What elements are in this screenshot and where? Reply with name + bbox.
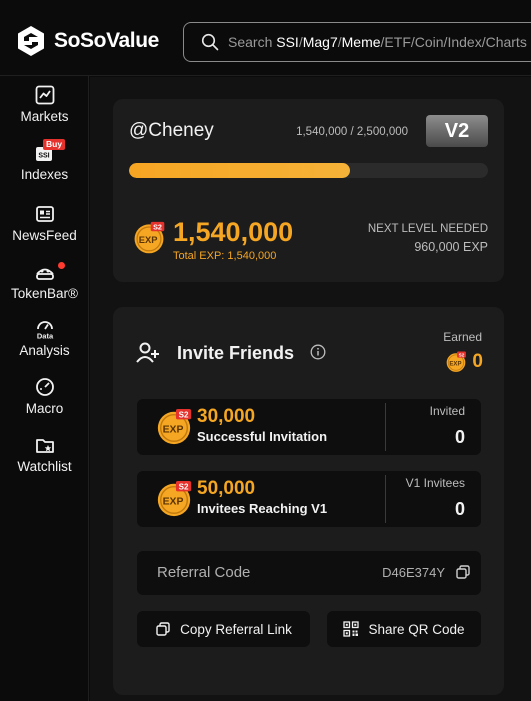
divider (385, 403, 386, 451)
copy-icon (156, 622, 170, 636)
exp-coin-icon (155, 408, 193, 446)
watchlist-folder-icon (35, 439, 54, 453)
qr-code-icon (343, 621, 360, 637)
add-user-icon (136, 342, 159, 363)
invited-label: Invited (429, 404, 465, 418)
buy-badge: Buy (43, 139, 66, 150)
sidebar-item-newsfeed[interactable]: NewsFeed (0, 203, 89, 243)
referral-code-value: D46E374Y (382, 565, 445, 580)
sidebar-item-macro[interactable]: Macro (0, 376, 89, 416)
sidebar-item-indexes[interactable]: SSI Buy Indexes (0, 139, 89, 182)
exp-total: Total EXP: 1,540,000 (173, 250, 277, 262)
brand-logo[interactable]: SoSoValue (14, 24, 159, 58)
invite-title: Invite Friends (177, 343, 295, 363)
v1-invitees-stat: 50,000 Invitees Reaching V1 V1 Invitees … (137, 471, 481, 527)
exp-value: 1,540,000 (173, 217, 294, 247)
data-analysis-icon: Data (36, 321, 53, 341)
copy-referral-link-button[interactable]: Copy Referral Link (137, 611, 310, 647)
level-card: @Cheney 1,540,000 / 2,500,000 V2 1,540,0… (113, 99, 504, 282)
v1-invitees-label: V1 Invitees (405, 476, 465, 490)
search-placeholder: Search SSI/Mag7/Meme/ETF/Coin/Index/Char… (228, 34, 527, 50)
notification-dot (58, 262, 65, 269)
search-icon (201, 33, 219, 51)
exp-coin-icon (132, 221, 166, 255)
brand-name: SoSoValue (54, 29, 159, 52)
exp-coin-icon (445, 351, 467, 373)
share-qr-code-button[interactable]: Share QR Code (327, 611, 481, 647)
invited-count: 0 (454, 427, 465, 447)
next-level-label: NEXT LEVEL NEEDED (367, 223, 488, 235)
referral-code-label: Referral Code (157, 564, 251, 581)
main-content: @Cheney 1,540,000 / 2,500,000 V2 1,540,0… (90, 77, 531, 701)
gauge-icon (35, 378, 54, 396)
referral-code-field: Referral Code D46E374Y (137, 551, 481, 595)
exp-progress-fill (129, 163, 351, 178)
sidebar-item-watchlist[interactable]: Watchlist (0, 434, 89, 474)
copy-icon[interactable] (455, 564, 471, 580)
divider (385, 475, 386, 523)
v1-invitees-count: 0 (454, 499, 465, 519)
svg-text:Data: Data (36, 332, 53, 341)
successful-invitation-stat: 30,000 Successful Invitation Invited 0 (137, 399, 481, 455)
info-icon[interactable] (310, 344, 326, 360)
exp-coin-icon (155, 480, 193, 518)
user-handle: @Cheney (129, 120, 214, 141)
sosovalue-logo-icon (18, 26, 44, 56)
next-level-value: 960,000 EXP (414, 240, 488, 254)
reward-description: Successful Invitation (197, 429, 328, 444)
reward-amount: 50,000 (197, 478, 256, 499)
exp-progress-text: 1,540,000 / 2,500,000 (296, 126, 408, 138)
earned-label: Earned (443, 330, 482, 344)
sidebar-item-markets[interactable]: Markets (0, 84, 89, 124)
newspaper-icon (35, 206, 54, 222)
sidebar-item-tokenbar[interactable]: TokenBar® (0, 261, 89, 301)
earned-value: 0 (472, 351, 483, 372)
exp-progress-bar (129, 163, 488, 178)
search-input[interactable]: Search SSI/Mag7/Meme/ETF/Coin/Index/Char… (183, 22, 531, 62)
chart-line-icon (35, 85, 54, 105)
sidebar: Markets SSI Buy Indexes NewsFeed TokenBa… (0, 76, 89, 701)
svg-text:SSI: SSI (38, 153, 49, 160)
reward-amount: 30,000 (197, 406, 256, 427)
token-bar-icon (35, 268, 54, 280)
sidebar-item-analysis[interactable]: Data Analysis (0, 318, 89, 358)
reward-description: Invitees Reaching V1 (197, 501, 328, 516)
invite-card: Invite Friends Earned 0 30,000 Successfu… (113, 307, 504, 695)
level-badge: V2 (426, 115, 488, 147)
top-header: SoSoValue Search SSI/Mag7/Meme/ETF/Coin/… (0, 0, 531, 76)
